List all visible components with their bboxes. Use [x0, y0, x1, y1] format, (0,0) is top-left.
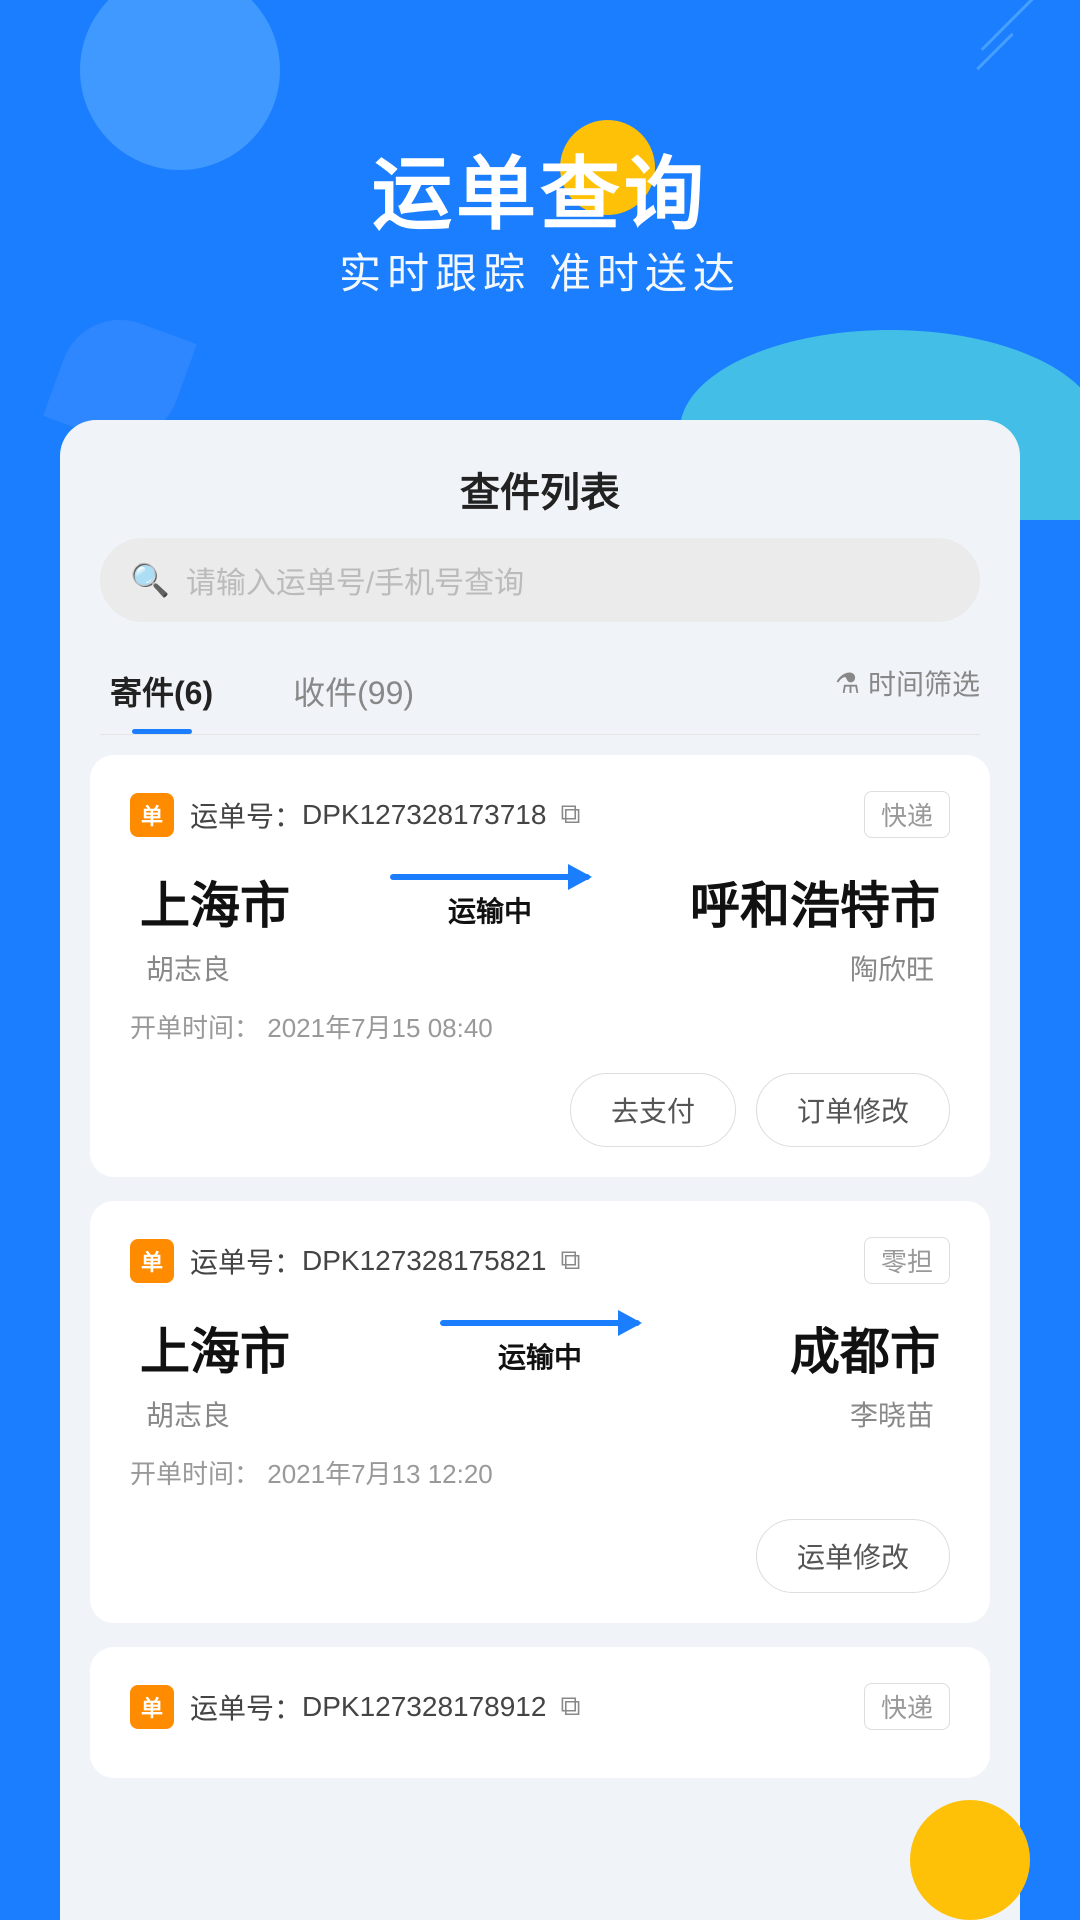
- create-time-value-2: 2021年7月13 12:20: [267, 1459, 493, 1489]
- card-top-row-2: 单 运单号： DPK127328175821 ⧉ 零担: [130, 1237, 950, 1284]
- copy-icon-1[interactable]: ⧉: [560, 798, 580, 831]
- modify-button-2[interactable]: 运单修改: [756, 1519, 950, 1593]
- create-time-label-1: 开单时间：: [130, 1013, 260, 1043]
- tab-sent[interactable]: 寄件(6): [100, 652, 223, 734]
- card-top-row-1: 单 运单号： DPK127328173718 ⧉ 快递: [130, 791, 950, 838]
- action-row-2: 运单修改: [130, 1519, 950, 1593]
- shipment-card-1: 单 运单号： DPK127328173718 ⧉ 快递 上海市 运输中 呼和浩特…: [90, 755, 990, 1177]
- order-num-value-1: DPK127328173718: [302, 799, 546, 831]
- filter-button[interactable]: ⚗ 时间筛选: [835, 663, 980, 723]
- tab-received[interactable]: 收件(99): [283, 652, 424, 734]
- deco-line-1: [981, 0, 1040, 51]
- search-input[interactable]: 请输入运单号/手机号查询: [186, 558, 524, 602]
- route-center-1: 运输中: [390, 874, 590, 930]
- modify-button-1[interactable]: 订单修改: [756, 1073, 950, 1147]
- names-row-1: 胡志良 陶欣旺: [130, 948, 950, 988]
- city-from-2: 上海市: [140, 1312, 290, 1384]
- hero-subtitle: 实时跟踪 准时送达: [0, 240, 1080, 301]
- create-time-1: 开单时间： 2021年7月15 08:40: [130, 1008, 950, 1045]
- order-num-value-3: DPK127328178912: [302, 1691, 546, 1723]
- hero-title: 运单查询: [0, 130, 1080, 246]
- receiver-name-1: 陶欣旺: [850, 948, 934, 988]
- search-icon: 🔍: [130, 561, 170, 599]
- deco-bottom-right: [910, 1800, 1030, 1920]
- city-from-1: 上海市: [140, 866, 290, 938]
- city-to-1: 呼和浩特市: [690, 866, 940, 938]
- order-num-label-1: 运单号：: [190, 795, 302, 835]
- create-time-label-2: 开单时间：: [130, 1459, 260, 1489]
- order-icon-2: 单: [130, 1239, 174, 1283]
- sender-name-1: 胡志良: [146, 948, 230, 988]
- arrow-line-1: [390, 874, 590, 880]
- type-badge-1: 快递: [864, 791, 950, 838]
- main-card: 查件列表 🔍 请输入运单号/手机号查询 寄件(6) 收件(99) ⚗ 时间筛选 …: [60, 420, 1020, 1920]
- status-label-1: 运输中: [448, 890, 532, 930]
- filter-icon: ⚗: [835, 667, 860, 700]
- route-center-2: 运输中: [440, 1320, 640, 1376]
- sender-name-2: 胡志良: [146, 1394, 230, 1434]
- search-bar[interactable]: 🔍 请输入运单号/手机号查询: [100, 538, 980, 622]
- order-icon-1: 单: [130, 793, 174, 837]
- receiver-name-2: 李晓苗: [850, 1394, 934, 1434]
- order-num-value-2: DPK127328175821: [302, 1245, 546, 1277]
- order-num-label-2: 运单号：: [190, 1241, 302, 1281]
- type-badge-2: 零担: [864, 1237, 950, 1284]
- card-top-row-3: 单 运单号： DPK127328178912 ⧉ 快递: [130, 1683, 950, 1730]
- names-row-2: 胡志良 李晓苗: [130, 1394, 950, 1434]
- city-to-2: 成都市: [790, 1312, 940, 1384]
- order-num-label-3: 运单号：: [190, 1687, 302, 1727]
- shipment-card-2: 单 运单号： DPK127328175821 ⧉ 零担 上海市 运输中 成都市 …: [90, 1201, 990, 1623]
- order-icon-3: 单: [130, 1685, 174, 1729]
- route-row-1: 上海市 运输中 呼和浩特市: [130, 866, 950, 938]
- shipment-card-3: 单 运单号： DPK127328178912 ⧉ 快递: [90, 1647, 990, 1778]
- pay-button-1[interactable]: 去支付: [570, 1073, 736, 1147]
- card-header: 查件列表: [60, 420, 1020, 538]
- route-row-2: 上海市 运输中 成都市: [130, 1312, 950, 1384]
- create-time-value-1: 2021年7月15 08:40: [267, 1013, 493, 1043]
- copy-icon-2[interactable]: ⧉: [560, 1244, 580, 1277]
- action-row-1: 去支付 订单修改: [130, 1073, 950, 1147]
- arrow-line-2: [440, 1320, 640, 1326]
- type-badge-3: 快递: [864, 1683, 950, 1730]
- tab-bar: 寄件(6) 收件(99) ⚗ 时间筛选: [100, 652, 980, 735]
- status-label-2: 运输中: [498, 1336, 582, 1376]
- create-time-2: 开单时间： 2021年7月13 12:20: [130, 1454, 950, 1491]
- filter-label: 时间筛选: [868, 663, 980, 703]
- copy-icon-3[interactable]: ⧉: [560, 1690, 580, 1723]
